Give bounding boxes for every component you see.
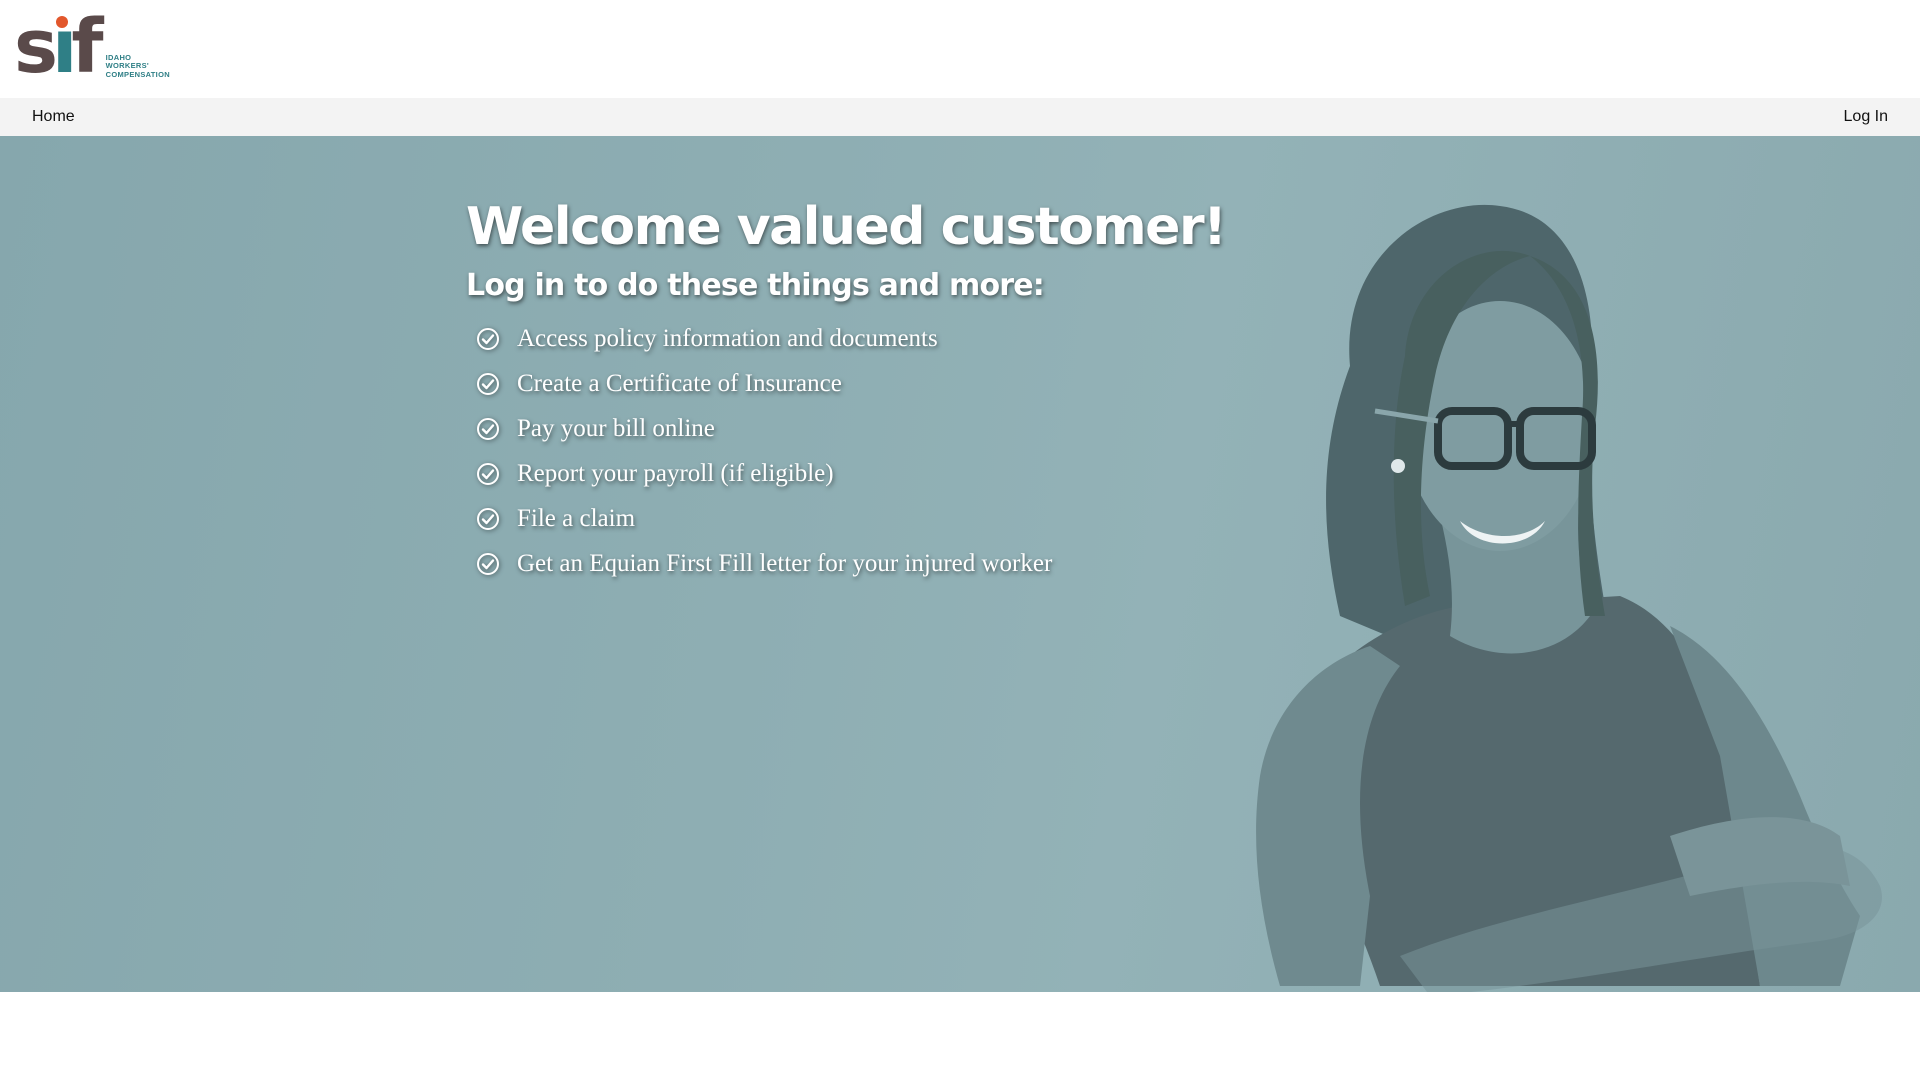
logo-dot (56, 16, 68, 28)
check-circle-icon (477, 372, 499, 395)
top-navbar: Home Log In (0, 98, 1920, 136)
sif-logo[interactable]: sıf IDAHO WORKERS' COMPENSATION (14, 4, 170, 90)
feature-item: Report your payroll (if eligible) (476, 451, 1225, 496)
feature-item: Access policy information and documents (476, 316, 1225, 361)
feature-text: Access policy information and documents (517, 324, 938, 352)
check-circle-icon (477, 462, 499, 485)
feature-text: Pay your bill online (517, 414, 715, 442)
feature-text: Create a Certificate of Insurance (517, 369, 842, 397)
hero-content: Welcome valued customer! Log in to do th… (466, 194, 1227, 586)
check-circle-icon (477, 507, 499, 530)
feature-text: Get an Equian First Fill letter for your… (517, 549, 1053, 577)
hero-title: Welcome valued customer! (466, 197, 1227, 257)
feature-item: File a claim (476, 496, 1225, 541)
check-circle-icon (477, 327, 499, 350)
feature-item: Get an Equian First Fill letter for your… (476, 541, 1225, 586)
nav-login-link[interactable]: Log In (1844, 108, 1888, 126)
logo-wordmark: sıf (14, 4, 104, 90)
feature-text: Report your payroll (if eligible) (517, 459, 834, 487)
feature-item: Pay your bill online (476, 406, 1225, 451)
logo-tagline: IDAHO WORKERS' COMPENSATION (105, 52, 170, 79)
check-circle-icon (477, 417, 499, 440)
check-circle-icon (477, 552, 499, 575)
hero-banner: Welcome valued customer! Log in to do th… (0, 136, 1920, 992)
feature-item: Create a Certificate of Insurance (476, 361, 1225, 406)
site-header: sıf IDAHO WORKERS' COMPENSATION (0, 0, 1920, 98)
feature-text: File a claim (517, 504, 636, 532)
hero-subtitle: Log in to do these things and more: (466, 268, 1045, 303)
feature-list: Access policy information and documents … (466, 316, 1225, 586)
nav-home-link[interactable]: Home (32, 108, 75, 126)
woman-portrait-image (1256, 204, 1882, 992)
